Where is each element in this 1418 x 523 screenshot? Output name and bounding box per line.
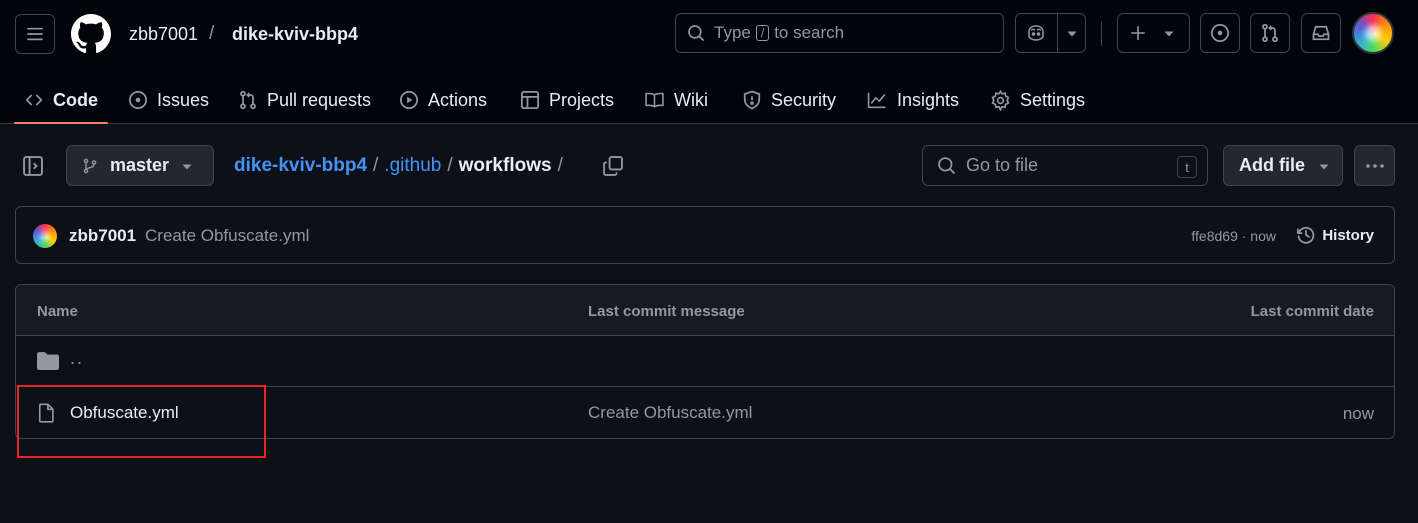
hamburger-icon: [27, 27, 43, 41]
tab-actions-label: Actions: [428, 89, 488, 110]
path-current-folder: workflows: [458, 155, 552, 176]
commit-message[interactable]: Create Obfuscate.yml: [145, 226, 309, 246]
book-icon: [645, 92, 664, 108]
history-label: History: [1322, 226, 1374, 244]
parent-directory-row[interactable]: ..: [16, 336, 1394, 387]
graph-icon: [867, 92, 886, 109]
search-icon: [688, 25, 704, 41]
issue-opened-icon: [129, 91, 147, 109]
tab-wiki-label: Wiki: [674, 89, 708, 110]
table-row[interactable]: Obfuscate.yml Create Obfuscate.yml now: [16, 387, 1394, 438]
git-branch-icon: [83, 158, 97, 173]
column-commit-message-header: Last commit message: [588, 303, 745, 320]
file-name-link[interactable]: Obfuscate.yml: [70, 403, 179, 423]
tab-issues-label: Issues: [157, 89, 210, 110]
folder-icon: [37, 352, 59, 370]
latest-commit-box: zbb7001 Create Obfuscate.yml ffe8d69 · n…: [15, 206, 1395, 264]
column-name-header: Name: [37, 303, 78, 320]
search-shortcut-key: /: [755, 25, 770, 41]
file-path-breadcrumb: dike-kviv-bbp4 / .github / workflows /: [234, 155, 569, 177]
issue-opened-icon: [1211, 24, 1229, 42]
owner-link[interactable]: zbb7001: [129, 24, 198, 45]
commit-author[interactable]: zbb7001: [69, 226, 136, 246]
tab-settings-label: Settings: [1020, 89, 1086, 110]
tab-actions[interactable]: Actions: [399, 76, 487, 124]
parent-directory-link[interactable]: ..: [70, 348, 84, 369]
chevron-down-icon: [1164, 31, 1174, 37]
path-separator: /: [447, 155, 453, 176]
your-issues-button[interactable]: [1200, 13, 1240, 53]
inbox-button[interactable]: [1301, 13, 1341, 53]
history-button[interactable]: History: [1296, 225, 1374, 245]
plus-icon: [1131, 26, 1145, 40]
sidebar-toggle-button[interactable]: [22, 155, 48, 177]
go-to-file-input[interactable]: Go to file t: [922, 145, 1208, 186]
tab-issues[interactable]: Issues: [128, 76, 209, 124]
play-icon: [400, 91, 418, 109]
gear-icon: [991, 89, 1010, 111]
repo-nav: Code Issues Pull requests Actions Projec…: [0, 76, 1418, 124]
tab-wiki[interactable]: Wiki: [644, 76, 708, 124]
copilot-icon: [1028, 25, 1044, 41]
path-github-link[interactable]: .github: [384, 155, 441, 177]
add-file-label: Add file: [1239, 155, 1305, 175]
path-separator: /: [373, 155, 379, 176]
header-divider: [1101, 22, 1102, 46]
breadcrumb-separator: /: [209, 23, 215, 44]
shield-icon: [743, 90, 761, 110]
your-pull-requests-button[interactable]: [1250, 13, 1290, 53]
tab-insights-label: Insights: [897, 89, 960, 110]
tab-settings[interactable]: Settings: [990, 76, 1085, 124]
add-file-button[interactable]: Add file: [1223, 145, 1343, 186]
file-icon: [38, 403, 54, 423]
global-header: zbb7001 / dike-kviv-bbp4 Type / to searc…: [0, 0, 1418, 124]
branch-selector-button[interactable]: master: [66, 145, 214, 186]
file-commit-message-link[interactable]: Create Obfuscate.yml: [588, 403, 752, 423]
global-search-input[interactable]: Type / to search: [675, 13, 1004, 53]
search-icon: [938, 157, 955, 174]
create-new-button[interactable]: [1117, 13, 1190, 53]
column-commit-date-header: Last commit date: [1250, 303, 1374, 320]
git-pull-request-icon: [1262, 23, 1278, 43]
tab-code[interactable]: Code: [14, 76, 108, 124]
chevron-down-icon[interactable]: [1066, 30, 1078, 38]
table-header: Name Last commit message Last commit dat…: [16, 285, 1394, 336]
tab-code-label: Code: [53, 89, 98, 110]
inbox-icon: [1312, 25, 1330, 41]
tab-pull-requests-label: Pull requests: [267, 89, 372, 110]
file-list-table: Name Last commit message Last commit dat…: [15, 284, 1395, 439]
kebab-horizontal-icon: [1365, 163, 1384, 168]
tab-projects[interactable]: Projects: [520, 76, 614, 124]
history-icon: [1297, 226, 1315, 244]
commit-sha-time[interactable]: ffe8d69 · now: [1191, 228, 1276, 244]
repo-link[interactable]: dike-kviv-bbp4: [232, 24, 358, 45]
user-avatar[interactable]: [1352, 12, 1394, 54]
menu-button[interactable]: [15, 14, 55, 54]
commit-author-avatar[interactable]: [33, 224, 57, 248]
copy-icon: [603, 156, 623, 176]
go-to-file-shortcut-key: t: [1177, 156, 1197, 178]
file-commit-date: now: [1342, 404, 1374, 423]
search-placeholder-prefix: Type: [714, 23, 751, 42]
more-options-button[interactable]: [1354, 145, 1395, 186]
tab-security[interactable]: Security: [742, 76, 836, 124]
tab-pull-requests[interactable]: Pull requests: [238, 76, 371, 124]
tab-security-label: Security: [771, 89, 837, 110]
copy-path-button[interactable]: [602, 155, 624, 177]
tab-projects-label: Projects: [549, 89, 615, 110]
copilot-button[interactable]: [1015, 13, 1086, 53]
go-to-file-placeholder: Go to file: [966, 155, 1039, 175]
github-logo-icon[interactable]: [71, 14, 111, 54]
code-icon: [25, 94, 43, 106]
chevron-down-icon: [182, 164, 192, 170]
sidebar-expand-icon: [23, 156, 43, 176]
chevron-down-icon: [1319, 164, 1329, 170]
path-repo-link[interactable]: dike-kviv-bbp4: [234, 155, 367, 177]
branch-name: master: [110, 155, 170, 175]
git-pull-request-icon: [240, 90, 256, 110]
search-placeholder-suffix: to search: [774, 23, 845, 42]
table-icon: [521, 91, 539, 109]
path-separator: /: [557, 155, 563, 176]
tab-insights[interactable]: Insights: [866, 76, 959, 124]
